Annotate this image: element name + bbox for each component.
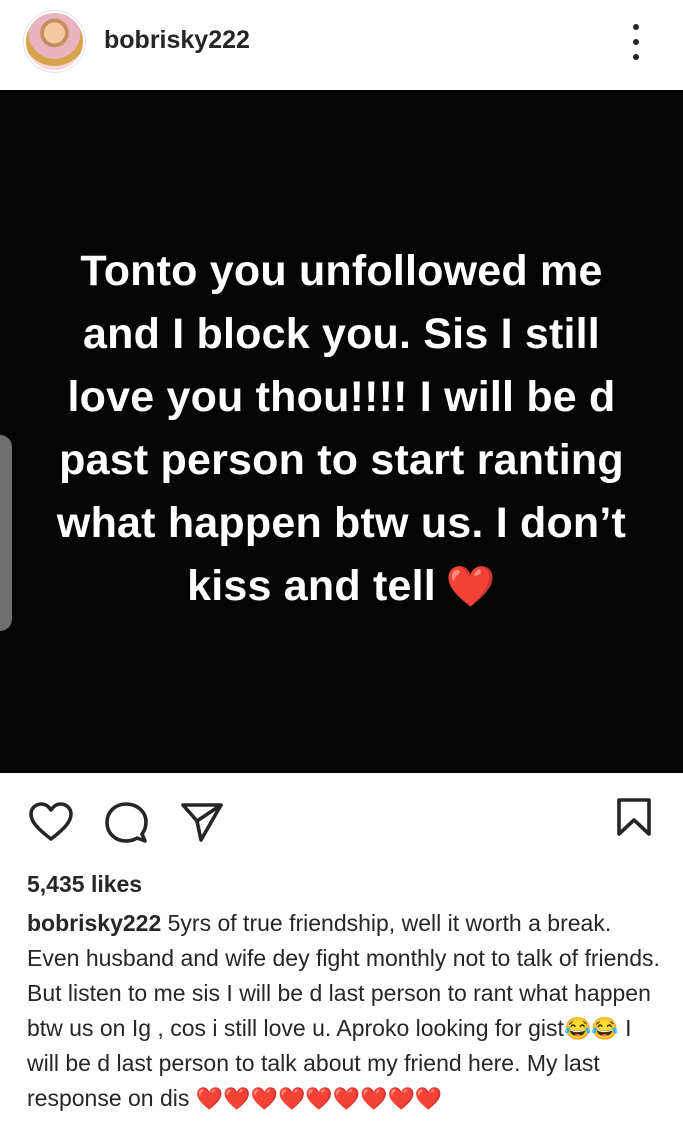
like-count[interactable]: 5,435 likes: [27, 871, 142, 898]
heart-emojis: ❤️❤️❤️❤️❤️❤️❤️❤️❤️: [195, 1086, 443, 1111]
send-icon[interactable]: [180, 801, 224, 843]
more-options-icon[interactable]: [626, 24, 646, 60]
bookmark-icon[interactable]: [616, 797, 652, 837]
caption: bobrisky222 5yrs of true friendship, wel…: [27, 906, 663, 1116]
post-header: bobrisky222: [0, 0, 683, 90]
comment-icon[interactable]: [104, 801, 148, 845]
action-bar: [0, 773, 683, 868]
post-image-text: Tonto you unfollowed me and I block you.…: [37, 240, 647, 619]
post-image-text-body: Tonto you unfollowed me and I block you.…: [56, 247, 627, 610]
post-image[interactable]: Tonto you unfollowed me and I block you.…: [0, 90, 683, 773]
caption-username[interactable]: bobrisky222: [27, 910, 161, 936]
post-username[interactable]: bobrisky222: [104, 26, 250, 55]
avatar[interactable]: [26, 13, 83, 70]
side-edge-handle[interactable]: [0, 435, 12, 631]
heart-emoji: ❤️: [445, 565, 496, 609]
laugh-emojis: 😂😂: [563, 1016, 619, 1041]
heart-outline-icon[interactable]: [28, 801, 74, 843]
